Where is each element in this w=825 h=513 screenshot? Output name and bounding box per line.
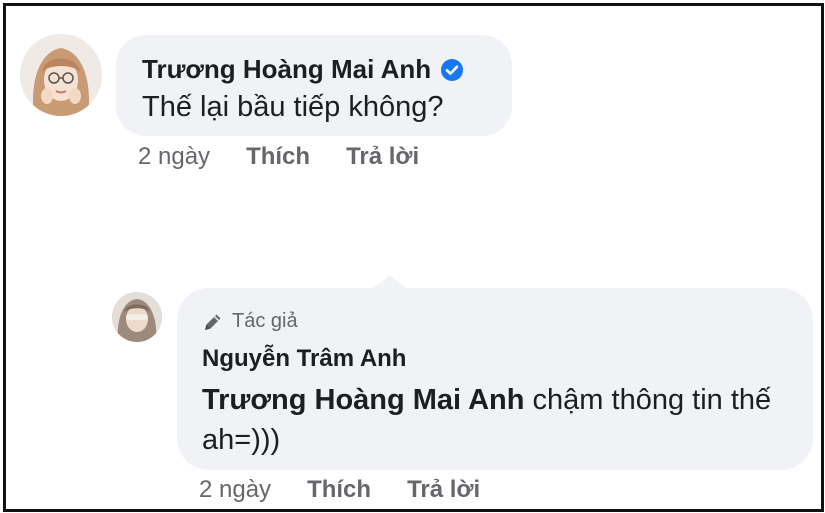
reply-bubble: Tác giả Nguyễn Trâm Anh Trương Hoàng Mai… <box>177 288 813 470</box>
author-badge-label: Tác giả <box>232 310 298 332</box>
author-badge: Tác giả <box>202 310 298 333</box>
avatar[interactable] <box>20 34 102 116</box>
reply-button[interactable]: Trả lời <box>407 476 480 504</box>
avatar-photo <box>112 292 162 342</box>
comment-timestamp[interactable]: 2 ngày <box>138 143 210 171</box>
avatar-photo <box>20 34 102 116</box>
like-button[interactable]: Thích <box>307 476 371 504</box>
comment-actions: 2 ngày Thích Trả lời <box>138 143 419 171</box>
comment-text: Thế lại bầu tiếp không? <box>142 91 444 123</box>
verified-badge-icon <box>440 58 464 82</box>
pencil-icon <box>202 311 224 333</box>
mention-link[interactable]: Trương Hoàng Mai Anh <box>202 384 524 416</box>
reply-actions: 2 ngày Thích Trả lời <box>199 476 480 504</box>
comment-bubble: Trương Hoàng Mai Anh Thế lại bầu tiếp kh… <box>116 35 512 136</box>
like-button[interactable]: Thích <box>246 143 310 171</box>
reply-text: Trương Hoàng Mai Anh chậm thông tin thế … <box>202 380 802 460</box>
comment-author[interactable]: Trương Hoàng Mai Anh <box>142 54 464 85</box>
screenshot-frame: Trương Hoàng Mai Anh Thế lại bầu tiếp kh… <box>3 3 824 512</box>
avatar[interactable] <box>112 292 162 342</box>
author-name[interactable]: Trương Hoàng Mai Anh <box>142 54 431 85</box>
reply-button[interactable]: Trả lời <box>346 143 419 171</box>
reply-timestamp[interactable]: 2 ngày <box>199 476 271 504</box>
reply-author[interactable]: Nguyễn Trâm Anh <box>202 345 406 373</box>
